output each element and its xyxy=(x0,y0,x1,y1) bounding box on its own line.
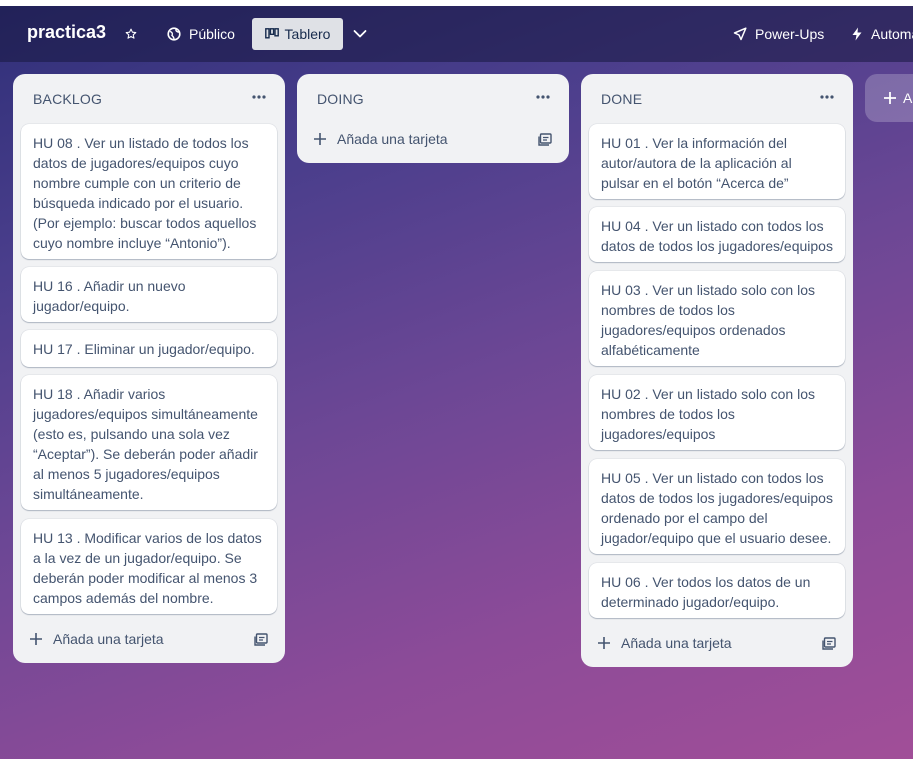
list-menu-button[interactable] xyxy=(249,89,269,105)
plus-icon xyxy=(598,637,610,649)
card-template-button[interactable] xyxy=(253,631,269,647)
list-doing: DOING Añada una tarjeta xyxy=(297,74,569,163)
more-dots-icon xyxy=(820,95,834,99)
star-board-button[interactable] xyxy=(125,18,145,50)
card[interactable]: HU 02 . Ver un listado solo con los nomb… xyxy=(589,375,845,450)
add-card-label: Añada una tarjeta xyxy=(337,131,448,147)
visibility-button[interactable]: Público xyxy=(167,18,235,50)
view-switcher-board[interactable]: Tablero xyxy=(252,18,343,50)
template-icon xyxy=(254,632,268,646)
add-card-button[interactable]: Añada una tarjeta xyxy=(29,629,164,649)
add-card-button[interactable]: Añada una tarjeta xyxy=(313,129,448,149)
board-header: practica3 Público Tablero Power-Ups Auto… xyxy=(0,6,913,62)
plus-icon xyxy=(30,633,42,645)
card[interactable]: HU 06 . Ver todos los datos de un determ… xyxy=(589,563,845,618)
card[interactable]: HU 01 . Ver la información del autor/aut… xyxy=(589,124,845,199)
list-title[interactable]: DOING xyxy=(317,91,364,107)
card[interactable]: HU 05 . Ver un listado con todos los dat… xyxy=(589,459,845,554)
more-dots-icon xyxy=(252,95,266,99)
plus-icon xyxy=(314,133,326,145)
list-menu-button[interactable] xyxy=(817,89,837,105)
card[interactable]: HU 03 . Ver un listado solo con los nomb… xyxy=(589,271,845,366)
list-done: DONE HU 01 . Ver la información del auto… xyxy=(581,74,853,667)
board-view-icon xyxy=(264,28,279,39)
add-list-button[interactable]: A xyxy=(865,74,913,122)
view-label: Tablero xyxy=(284,26,331,42)
add-card-label: Añada una tarjeta xyxy=(53,631,164,647)
powerups-button[interactable]: Power-Ups xyxy=(733,18,824,50)
card[interactable]: HU 18 . Añadir varios jugadores/equipos … xyxy=(21,375,277,510)
list-title[interactable]: DONE xyxy=(601,91,642,107)
chevron-down-icon xyxy=(353,30,367,38)
list-backlog: BACKLOG HU 08 . Ver un listado de todos … xyxy=(13,74,285,663)
lightning-icon xyxy=(852,27,862,41)
add-card-button[interactable]: Añada una tarjeta xyxy=(597,633,732,653)
list-title[interactable]: BACKLOG xyxy=(33,91,102,107)
more-dots-icon xyxy=(536,95,550,99)
card[interactable]: HU 16 . Añadir un nuevo jugador/equipo. xyxy=(21,267,277,322)
list-menu-button[interactable] xyxy=(533,89,553,105)
powerups-label: Power-Ups xyxy=(755,26,825,42)
card[interactable]: HU 17 . Eliminar un jugador/equipo. xyxy=(21,330,277,367)
visibility-label: Público xyxy=(189,26,235,42)
board-title[interactable]: practica3 xyxy=(27,22,106,43)
card[interactable]: HU 13 . Modificar varios de los datos a … xyxy=(21,519,277,614)
card[interactable]: HU 08 . Ver un listado de todos los dato… xyxy=(21,124,277,259)
view-dropdown-button[interactable] xyxy=(353,18,375,50)
add-list-label: A xyxy=(903,90,913,106)
plus-icon xyxy=(884,92,896,104)
globe-icon xyxy=(167,27,181,41)
automation-label: Automa xyxy=(871,26,913,42)
card-template-button[interactable] xyxy=(821,635,837,651)
card[interactable]: HU 04 . Ver un listado con todos los dat… xyxy=(589,207,845,262)
card-template-button[interactable] xyxy=(537,131,553,147)
rocket-icon xyxy=(733,27,747,41)
template-icon xyxy=(822,636,836,650)
automation-button[interactable]: Automa xyxy=(851,18,913,50)
template-icon xyxy=(538,132,552,146)
add-card-label: Añada una tarjeta xyxy=(621,635,732,651)
star-icon xyxy=(125,28,137,39)
